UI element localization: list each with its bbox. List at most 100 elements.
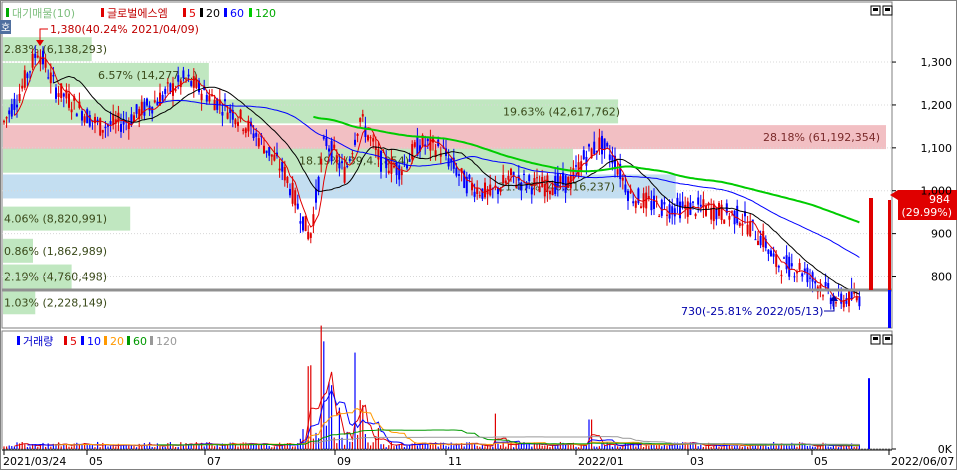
candle-body (788, 256, 791, 277)
volume-bar (549, 446, 551, 449)
volume-bar (760, 445, 762, 449)
price-tick-label: 900 (931, 228, 952, 241)
volume-bar (554, 446, 556, 449)
candle-body (858, 296, 861, 307)
candle-body (720, 204, 723, 220)
volume-bar (351, 441, 353, 449)
candle-body (653, 195, 655, 209)
legend-swatch-ma60 (224, 8, 227, 17)
volume-bar (97, 441, 99, 449)
volume-bar (731, 445, 733, 449)
volume-bar (601, 443, 603, 449)
volume-bar (8, 445, 10, 449)
candle-body (510, 168, 512, 176)
candle-body (81, 111, 83, 121)
candle-body (637, 188, 640, 204)
candle-body (146, 98, 148, 106)
candle-body (575, 165, 577, 167)
volume-bar (58, 442, 60, 449)
candle-body (715, 209, 718, 220)
volume-bar (458, 444, 460, 449)
volume-bar (403, 447, 405, 449)
volume-bar (141, 445, 143, 449)
volume-bar (588, 419, 590, 449)
candle-body (268, 147, 271, 156)
volume-bar (250, 444, 252, 449)
max-annotation: 1,380(40.24% 2021/04/09) (50, 23, 199, 36)
volume-bar (45, 446, 47, 449)
candle-body (520, 182, 523, 191)
candle-body (793, 276, 796, 278)
candle-body (52, 75, 55, 77)
candle-body (359, 118, 362, 122)
candle-body (822, 295, 824, 297)
candle-body (208, 95, 211, 102)
candle-body (5, 117, 8, 119)
volume-bar (177, 446, 179, 449)
candle-body (317, 176, 320, 192)
candle-body (356, 133, 359, 136)
candle-body (777, 265, 780, 268)
candle-body (13, 98, 16, 110)
volume-bar (13, 446, 15, 449)
volume-profile-label: 2.19% (4,760,498) (4, 271, 107, 284)
volume-bar (349, 441, 351, 449)
legend-swatch-name (101, 8, 104, 17)
candle-body (770, 250, 772, 257)
candle-body (616, 169, 619, 175)
candle-body (530, 187, 533, 195)
candle-body (738, 222, 741, 226)
volume-bar (819, 446, 821, 449)
volume-bar (328, 381, 330, 449)
candle-body (166, 82, 169, 84)
volume-bar (107, 446, 109, 449)
volume-plot-area (1, 330, 893, 450)
candle-body (296, 203, 299, 209)
candle-body (473, 191, 476, 197)
candle-body (855, 297, 858, 301)
candle-body (679, 201, 681, 219)
volume-bar (507, 444, 509, 449)
candle-body (790, 263, 793, 267)
volume-bar (203, 446, 205, 449)
volume-bar (679, 445, 681, 449)
candle-body (187, 74, 190, 77)
candle-body (322, 137, 325, 139)
volume-bar (271, 447, 273, 449)
volume-bar (164, 446, 166, 449)
candle-body (705, 205, 707, 216)
volume-legend-ma5: 5 (70, 335, 77, 348)
volume-profile-label: 28.18% (61,192,354) (763, 131, 880, 144)
volume-bar (393, 446, 395, 449)
legend-stock-prefix: 대기매물(10) (12, 7, 75, 20)
candle-body (335, 155, 338, 163)
candle-body (257, 138, 260, 147)
volume-bar (700, 444, 702, 449)
candle-body (120, 124, 122, 132)
candle-body (109, 121, 112, 125)
candle-body (75, 113, 78, 117)
volume-bar (624, 443, 626, 449)
side-tag[interactable]: 호 (1, 22, 10, 34)
volume-bar (354, 352, 356, 449)
volume-bar (656, 445, 658, 449)
volume-bar (799, 442, 801, 449)
volume-legend-title: 거래량 (23, 335, 53, 348)
volume-bar (796, 446, 798, 449)
volume-bar (617, 446, 619, 449)
candle-body (538, 186, 541, 193)
candle-body (546, 175, 549, 193)
volume-bar (214, 446, 216, 449)
volume-bar (544, 445, 546, 449)
volume-profile-label: 19.63% (42,617,762) (503, 105, 620, 118)
candle-body (543, 184, 546, 197)
candle-body (484, 182, 486, 198)
volume-bar (120, 445, 122, 449)
candle-body (767, 249, 770, 254)
volume-bar (372, 442, 374, 449)
candle-body (31, 53, 34, 68)
volume-bar (734, 446, 736, 449)
candle-body (749, 221, 752, 237)
candle-body (237, 121, 239, 127)
candle-body (185, 78, 187, 80)
